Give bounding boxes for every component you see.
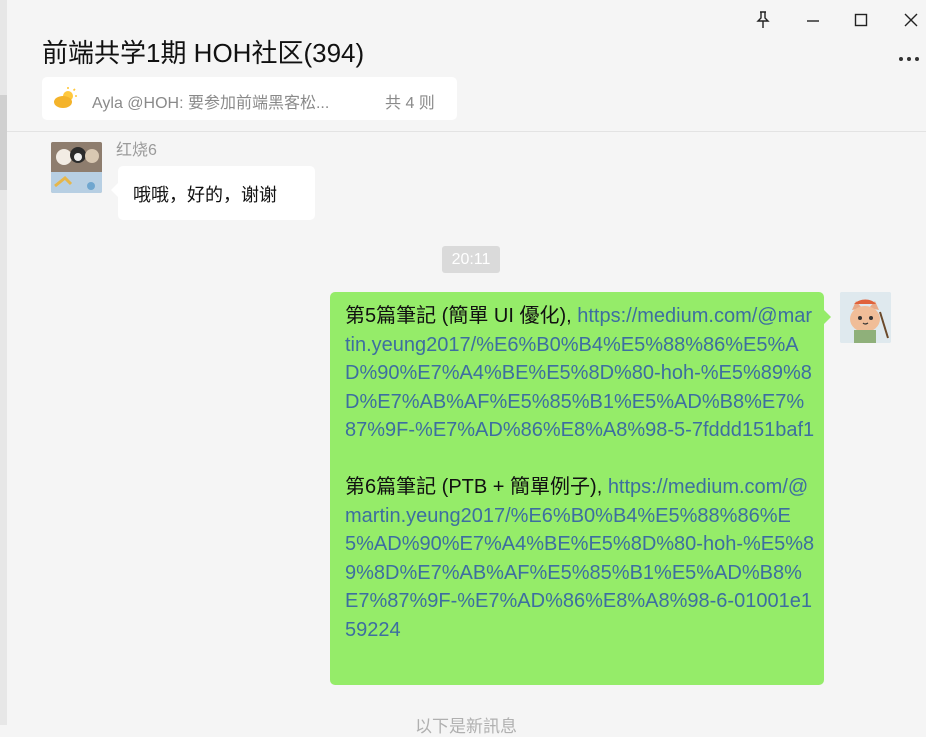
incoming-message-bubble[interactable]: 哦哦，好的，谢谢 xyxy=(111,166,315,220)
header-divider xyxy=(7,131,926,132)
left-scroll-edge[interactable] xyxy=(0,0,7,725)
pin-icon[interactable] xyxy=(748,8,778,32)
notice-text: Ayla @HOH: 要参加前端黑客松... xyxy=(92,95,330,112)
minimize-icon[interactable] xyxy=(798,8,828,32)
outgoing-text-part2: 第6篇筆記 (PTB + 簡單例子), xyxy=(345,476,608,498)
scroll-thumb[interactable] xyxy=(0,95,7,190)
maximize-icon[interactable] xyxy=(846,8,876,32)
more-icon[interactable] xyxy=(896,50,922,68)
outgoing-link-2[interactable]: https://medium.com/@martin.yeung2017/%E6… xyxy=(345,476,814,641)
incoming-message-text: 哦哦，好的，谢谢 xyxy=(133,185,277,205)
message-timestamp: 20:11 xyxy=(442,246,500,273)
notice-count[interactable]: 共 4 则 xyxy=(385,89,435,113)
chat-title: 前端共学1期 HOH社区(394) xyxy=(42,38,365,68)
sun-icon xyxy=(53,86,79,112)
close-icon[interactable] xyxy=(896,8,926,32)
group-notice-bar[interactable]: Ayla @HOH: 要参加前端黑客松... 共 4 则 xyxy=(42,77,457,120)
outgoing-text-part1: 第5篇筆記 (簡單 UI 優化), xyxy=(345,305,578,327)
sender-name: 红烧6 xyxy=(116,142,157,159)
outgoing-message-bubble[interactable]: 第5篇筆記 (簡單 UI 優化), https://medium.com/@ma… xyxy=(330,292,831,685)
avatar[interactable] xyxy=(51,142,102,193)
my-avatar[interactable] xyxy=(840,292,891,343)
